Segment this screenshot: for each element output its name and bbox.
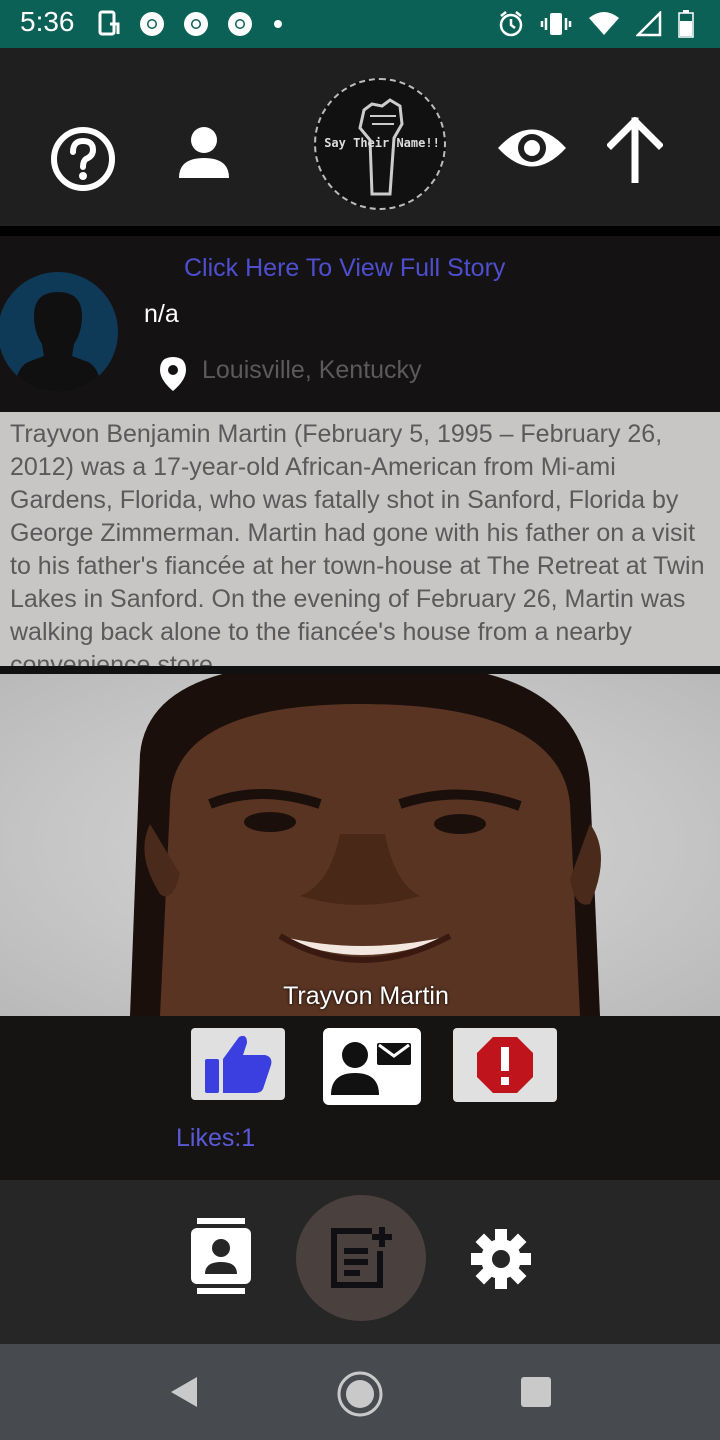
avatar <box>0 272 118 392</box>
arrow-up-icon <box>607 117 663 183</box>
contacts-icon <box>191 1218 251 1294</box>
contact-button[interactable] <box>323 1028 421 1105</box>
view-button[interactable] <box>496 118 568 178</box>
alert-icon <box>477 1037 533 1093</box>
eye-icon <box>498 129 566 167</box>
toolbar-divider <box>0 226 720 236</box>
bottom-navigation <box>0 1180 720 1344</box>
story-header: Click Here To View Full Story n/a Louisv… <box>0 236 720 412</box>
chrome-icon <box>140 12 164 36</box>
system-navigation-bar <box>0 1344 720 1440</box>
thumbs-up-icon <box>205 1035 272 1093</box>
home-icon <box>337 1371 383 1417</box>
chrome-icon <box>184 12 208 36</box>
screen-rotate-icon <box>98 10 120 36</box>
portrait-illustration <box>130 674 601 1016</box>
bio-text: Trayvon Benjamin Martin (February 5, 199… <box>10 420 705 666</box>
status-icons-right <box>498 10 694 38</box>
location-pin-icon <box>160 357 186 391</box>
settings-icon <box>471 1229 531 1289</box>
nav-settings-button[interactable] <box>466 1224 536 1294</box>
logo-text: Say Their Name!! <box>324 136 440 150</box>
wifi-icon <box>589 12 619 35</box>
bio-panel[interactable]: Trayvon Benjamin Martin (February 5, 199… <box>0 412 720 666</box>
nickname: n/a <box>144 300 179 328</box>
action-area: Likes:1 <box>0 1016 720 1180</box>
profile-button[interactable] <box>172 120 236 184</box>
system-back-button[interactable] <box>160 1370 208 1414</box>
help-button[interactable] <box>50 126 116 192</box>
report-button[interactable] <box>453 1028 557 1102</box>
back-icon <box>171 1377 197 1407</box>
photo-caption: Trayvon Martin <box>283 982 449 1010</box>
nav-new-post-button[interactable] <box>296 1195 426 1321</box>
scroll-up-button[interactable] <box>604 114 666 186</box>
help-icon <box>51 127 115 191</box>
likes-count: Likes:1 <box>176 1124 256 1152</box>
view-full-story-link[interactable]: Click Here To View Full Story <box>184 254 505 283</box>
chrome-icon <box>228 12 252 36</box>
like-button[interactable] <box>191 1028 285 1100</box>
bio-divider <box>0 666 720 674</box>
top-toolbar: Say Their Name!! <box>0 48 720 226</box>
post-add-icon <box>331 1227 392 1288</box>
notification-dot-icon <box>274 20 282 28</box>
status-icons-left <box>96 10 282 38</box>
contact-mail-icon <box>331 1041 411 1095</box>
victim-photo <box>0 674 720 1016</box>
status-time: 5:36 <box>20 6 75 37</box>
battery-icon <box>678 10 694 38</box>
cell-signal-icon <box>636 11 662 37</box>
system-recents-button[interactable] <box>516 1372 556 1412</box>
app-logo: Say Their Name!! <box>314 78 446 210</box>
recents-icon <box>521 1377 551 1407</box>
system-home-button[interactable] <box>334 1368 386 1420</box>
vibrate-icon <box>540 13 572 35</box>
person-icon <box>179 127 229 178</box>
location-text: Louisville, Kentucky <box>202 356 422 384</box>
alarm-icon <box>499 11 523 37</box>
nav-contacts-button[interactable] <box>186 1216 256 1296</box>
default-avatar-icon <box>14 292 102 392</box>
status-bar: 5:36 <box>0 0 720 48</box>
